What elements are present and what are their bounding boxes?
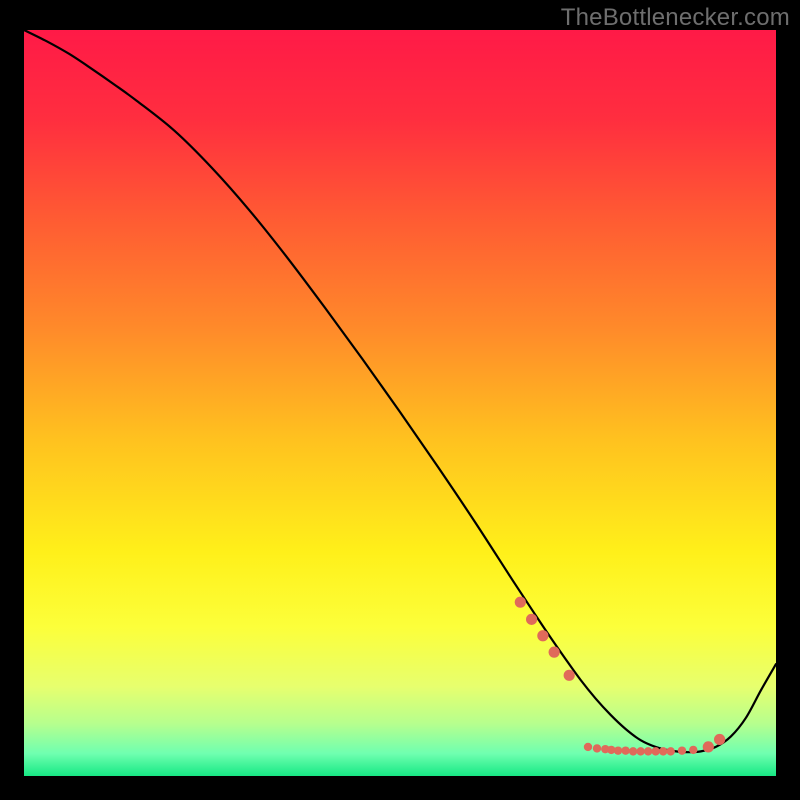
gradient-background [24,30,776,776]
marker-point [689,746,697,754]
marker-point [549,647,560,658]
marker-point [515,597,526,608]
marker-point [667,747,675,755]
bottleneck-chart [24,30,776,776]
marker-point [584,743,592,751]
marker-point [714,734,725,745]
watermark-text: TheBottlenecker.com [561,4,790,32]
marker-point [564,670,575,681]
marker-point [636,747,644,755]
chart-frame: TheBottlenecker.com [0,0,800,800]
marker-point [659,747,667,755]
marker-point [651,747,659,755]
marker-point [614,746,622,754]
marker-point [703,741,714,752]
plot-area [24,30,776,776]
marker-point [526,614,537,625]
marker-point [678,746,686,754]
marker-point [537,630,548,641]
marker-point [593,744,601,752]
marker-point [629,747,637,755]
marker-point [621,746,629,754]
marker-point [644,747,652,755]
